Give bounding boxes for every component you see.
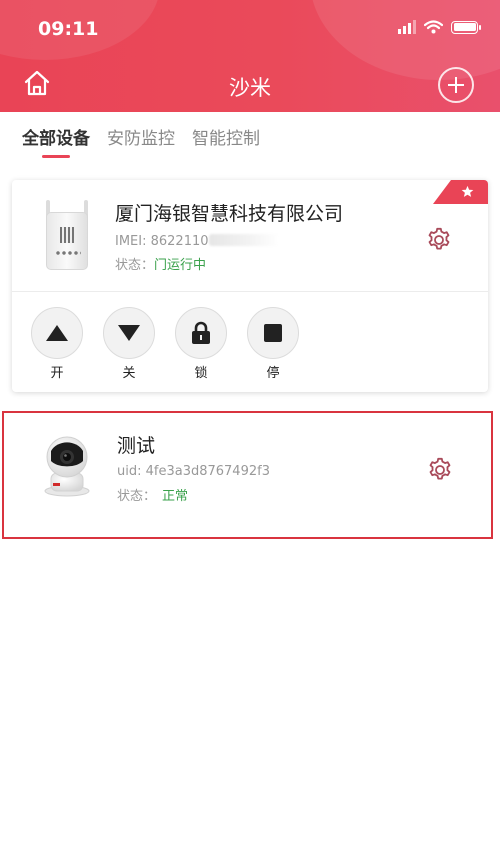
add-device-button[interactable] [438,67,474,103]
status-label: 状态： [115,258,155,273]
stop-control[interactable]: 停 [246,307,300,381]
device-name: 厦门海银智慧科技有限公司 [115,203,344,225]
redacted-imei [208,234,279,246]
stop-label: 停 [266,366,280,381]
lock-control[interactable]: 锁 [174,307,228,381]
open-control[interactable]: 开 [30,307,84,381]
camera-device-image [44,436,90,497]
arrow-down-icon [118,325,140,341]
cellular-signal-icon [398,20,416,34]
app-header: 09:11 沙米 [0,0,500,112]
open-button[interactable] [31,307,83,359]
device-uid: uid: 4fe3a3d8767492f3 [117,464,270,479]
device-status: 状态： 正常 [117,485,188,504]
lock-button[interactable] [175,307,227,359]
lock-icon [192,321,210,344]
card-divider [12,291,488,292]
close-button[interactable] [103,307,155,359]
tab-smart-control[interactable]: 智能控制 [192,124,260,158]
imei-text: IMEI: 8622110 [115,234,209,249]
status-icons [398,20,481,34]
status-value: 正常 [162,489,189,504]
favorite-badge [433,180,488,204]
tab-all-devices[interactable]: 全部设备 [22,124,90,158]
device-card[interactable]: 测试 uid: 4fe3a3d8767492f3 状态： 正常 [2,411,493,539]
stop-icon [264,324,282,342]
close-control[interactable]: 关 [102,307,156,381]
device-card[interactable]: 厦门海银智慧科技有限公司 IMEI: 8622110 状态：门运行中 开 关 锁… [12,180,488,392]
tab-security-monitoring[interactable]: 安防监控 [107,124,175,158]
category-tabs: 全部设备 安防监控 智能控制 [22,124,260,158]
status-label: 状态： [117,489,157,504]
page-title: 沙米 [229,76,271,100]
stop-button[interactable] [247,307,299,359]
star-icon [461,185,474,197]
device-status: 状态：门运行中 [115,254,206,273]
wifi-icon [424,20,443,34]
arrow-up-icon [46,325,68,341]
device-name: 测试 [117,435,156,457]
status-time: 09:11 [38,18,99,40]
close-label: 关 [122,366,136,381]
status-value: 门运行中 [154,258,207,273]
settings-gear-icon[interactable] [425,226,453,254]
settings-gear-icon[interactable] [426,456,454,484]
lock-label: 锁 [194,366,208,381]
open-label: 开 [50,366,64,381]
router-device-image [42,200,92,272]
battery-icon [451,20,481,34]
device-imei: IMEI: 8622110 [115,234,279,249]
